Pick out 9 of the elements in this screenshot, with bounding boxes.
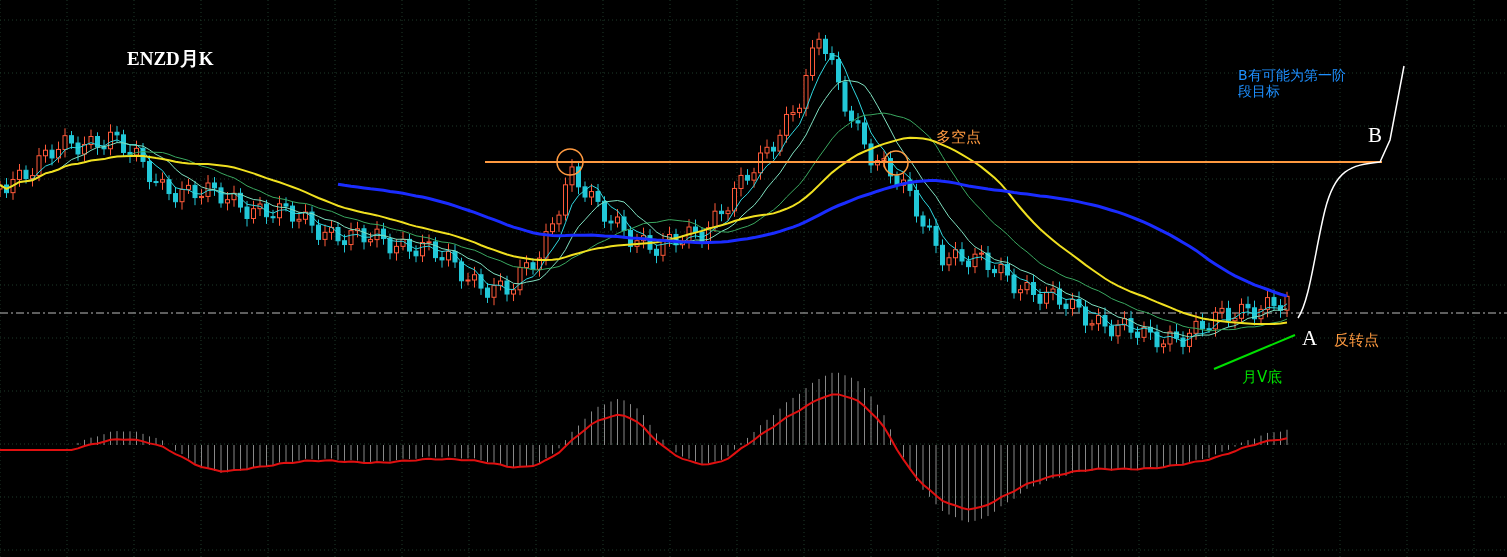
point-label: A bbox=[1302, 326, 1318, 350]
annotation-label: 月V底 bbox=[1242, 368, 1283, 386]
chart-title: ENZD月K bbox=[127, 48, 214, 69]
point-label: B bbox=[1368, 123, 1382, 147]
highlight-circle bbox=[883, 150, 909, 176]
highlight-circle bbox=[556, 148, 584, 176]
annotation-label: 多空点 bbox=[936, 128, 981, 146]
annotation-note: B有可能为第一阶 段目标 bbox=[1238, 67, 1346, 99]
annotation-label: 反转点 bbox=[1334, 331, 1379, 349]
